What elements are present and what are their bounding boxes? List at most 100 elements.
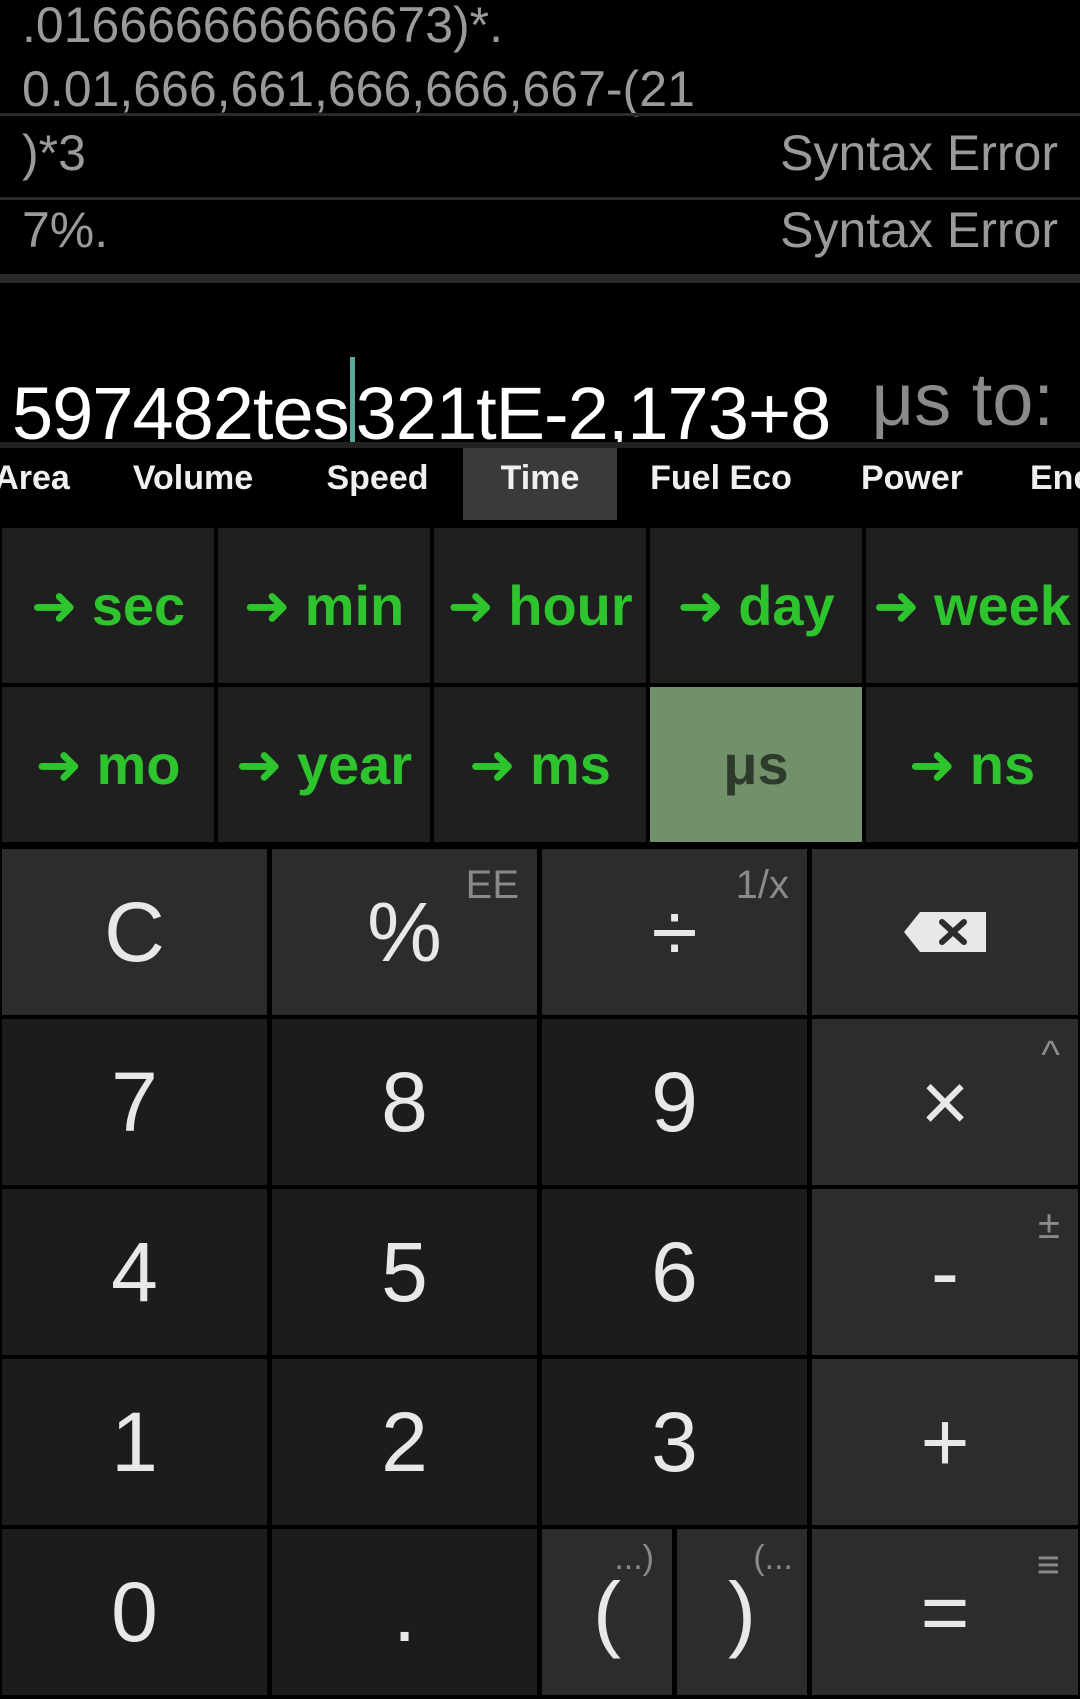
arrow-right-icon: ➜ — [35, 732, 83, 796]
unit-button-year[interactable]: ➜ year — [218, 687, 430, 842]
category-tabs[interactable]: Area Volume Speed Time Fuel Eco Power En… — [0, 448, 1080, 520]
tab-fuel-eco[interactable]: Fuel Eco — [636, 448, 806, 520]
history-expression: )*3 — [22, 125, 86, 181]
unit-button-hour[interactable]: ➜ hour — [434, 528, 646, 683]
menu-icon: ≡ — [1036, 1543, 1060, 1587]
close-paren-button[interactable]: ) (... — [677, 1529, 807, 1695]
backspace-button[interactable] — [812, 849, 1078, 1015]
history-row[interactable]: 7%. Syntax Error — [0, 193, 1080, 265]
digit-7-button[interactable]: 7 — [2, 1019, 267, 1185]
history-entry-partial[interactable]: .016666666666673)*. 0.01,666,661,666,666… — [22, 0, 1062, 120]
digit-1-button[interactable]: 1 — [2, 1359, 267, 1525]
unit-button-week[interactable]: ➜ week — [866, 528, 1078, 683]
key-label: 7 — [111, 1054, 158, 1149]
equals-button[interactable]: = ≡ — [812, 1529, 1078, 1695]
unit-button-us-selected[interactable]: μs — [650, 687, 862, 842]
unit-label: year — [296, 733, 413, 796]
divide-button[interactable]: ÷ 1/x — [542, 849, 807, 1015]
arrow-right-icon: ➜ — [908, 732, 956, 796]
unit-button-mo[interactable]: ➜ mo — [2, 687, 214, 842]
key-label: ) — [728, 1564, 756, 1659]
key-label: + — [920, 1394, 970, 1489]
arrow-right-icon: ➜ — [469, 732, 516, 796]
multiply-button[interactable]: × ^ — [812, 1019, 1078, 1185]
digit-9-button[interactable]: 9 — [542, 1019, 807, 1185]
history-expression: 7%. — [22, 202, 109, 258]
key-label: 0 — [111, 1564, 158, 1659]
clear-button[interactable]: C — [2, 849, 267, 1015]
digit-6-button[interactable]: 6 — [542, 1189, 807, 1355]
key-label: 3 — [651, 1394, 698, 1489]
history-line: 0.01,666,661,666,666,667-(21 — [22, 61, 695, 117]
key-label: 8 — [381, 1054, 428, 1149]
keypad: C % EE ÷ 1/x 7 8 9 × ^ 4 5 6 - ± 1 2 3 +… — [0, 847, 1080, 1699]
minus-button[interactable]: - ± — [812, 1189, 1078, 1355]
key-label: ÷ — [651, 884, 698, 979]
history-row[interactable]: )*3 Syntax Error — [0, 116, 1080, 188]
divider — [0, 274, 1080, 283]
reciprocal-secondary-label: 1/x — [735, 863, 789, 907]
unit-label: week — [933, 574, 1071, 637]
unit-button-day[interactable]: ➜ day — [650, 528, 862, 683]
unit-label: ms — [529, 733, 611, 796]
unit-label: ns — [969, 733, 1036, 796]
tab-energy[interactable]: Ene — [1030, 448, 1080, 520]
power-secondary-label: ^ — [1041, 1033, 1060, 1077]
key-label: C — [104, 884, 165, 979]
unit-buttons: ➜ sec ➜ min ➜ hour ➜ day ➜ week ➜ mo ➜ year ➜ ms… — [0, 526, 1080, 846]
key-label: 2 — [381, 1394, 428, 1489]
history-line: .016666666666673)*. — [22, 0, 504, 53]
unit-button-ns[interactable]: ➜ ns — [866, 687, 1078, 842]
key-label: 9 — [651, 1054, 698, 1149]
ee-secondary-label: EE — [465, 863, 519, 907]
key-label: . — [392, 1564, 417, 1659]
unit-label: min — [304, 574, 405, 637]
backspace-icon — [904, 912, 986, 952]
open-paren-secondary-label: ...) — [614, 1539, 654, 1577]
open-paren-button[interactable]: ( ...) — [542, 1529, 672, 1695]
tab-area[interactable]: Area — [0, 448, 72, 520]
key-label: 5 — [381, 1224, 428, 1319]
key-label: 4 — [111, 1224, 158, 1319]
key-label: 1 — [111, 1394, 158, 1489]
expression-input[interactable]: 597482tes321tE-2,173+8 μs to: — [0, 283, 1080, 457]
unit-button-ms[interactable]: ➜ ms — [434, 687, 646, 842]
key-label: ( — [593, 1564, 621, 1659]
tab-speed[interactable]: Speed — [300, 448, 455, 520]
digit-5-button[interactable]: 5 — [272, 1189, 537, 1355]
digit-8-button[interactable]: 8 — [272, 1019, 537, 1185]
arrow-right-icon: ➜ — [873, 573, 920, 637]
history-panel[interactable]: .016666666666673)*. 0.01,666,661,666,666… — [0, 0, 1080, 283]
key-label: % — [367, 884, 442, 979]
decimal-point-button[interactable]: . — [272, 1529, 537, 1695]
plus-minus-secondary-label: ± — [1038, 1203, 1060, 1247]
digit-0-button[interactable]: 0 — [2, 1529, 267, 1695]
key-label: - — [931, 1224, 959, 1319]
arrow-right-icon: ➜ — [30, 573, 78, 637]
unit-label: hour — [508, 574, 633, 637]
tab-time[interactable]: Time — [463, 448, 617, 520]
tab-power[interactable]: Power — [840, 448, 984, 520]
unit-suffix-label: μs to: — [871, 358, 1054, 441]
arrow-right-icon: ➜ — [447, 573, 495, 637]
digit-4-button[interactable]: 4 — [2, 1189, 267, 1355]
digit-3-button[interactable]: 3 — [542, 1359, 807, 1525]
plus-button[interactable]: + — [812, 1359, 1078, 1525]
history-result: Syntax Error — [780, 125, 1058, 181]
unit-label: sec — [91, 574, 186, 637]
unit-label: mo — [96, 733, 181, 796]
digit-2-button[interactable]: 2 — [272, 1359, 537, 1525]
percent-button[interactable]: % EE — [272, 849, 537, 1015]
tab-volume[interactable]: Volume — [108, 448, 278, 520]
unit-button-min[interactable]: ➜ min — [218, 528, 430, 683]
key-label: 6 — [651, 1224, 698, 1319]
unit-label: day — [738, 574, 835, 637]
arrow-right-icon: ➜ — [243, 573, 291, 637]
close-paren-secondary-label: (... — [753, 1539, 793, 1577]
history-result: Syntax Error — [780, 202, 1058, 258]
arrow-right-icon: ➜ — [677, 573, 725, 637]
unit-button-sec[interactable]: ➜ sec — [2, 528, 214, 683]
arrow-right-icon: ➜ — [235, 732, 283, 796]
key-label: × — [920, 1054, 970, 1149]
unit-label: μs — [723, 733, 789, 796]
